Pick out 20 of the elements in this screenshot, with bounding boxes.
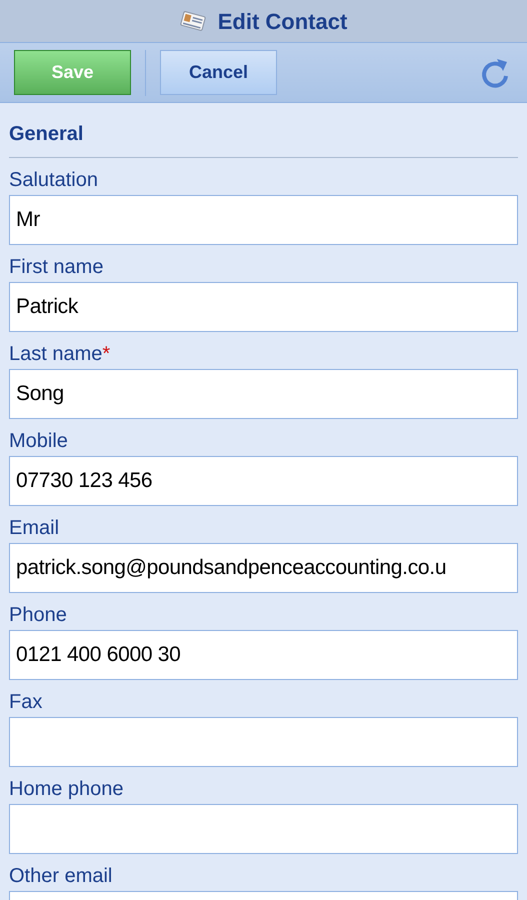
text-field[interactable]: Song [9,369,518,419]
field-label: Email [9,516,60,540]
text-field[interactable]: Mr [9,195,518,245]
field-label: Other email [9,864,114,888]
text-field[interactable]: 0121 400 6000 30 [9,630,518,680]
field-label: Last name* [9,342,112,366]
field-label: Mobile [9,429,69,453]
text-field[interactable] [9,804,518,854]
field-label: Fax [9,690,44,714]
text-field[interactable]: 07730 123 456 [9,456,518,506]
window-title: Edit Contact [218,8,348,36]
text-field[interactable]: patrick.song@poundsandpenceaccounting.co.u [9,543,518,593]
cancel-button[interactable]: Cancel [160,50,277,95]
text-field[interactable] [9,717,518,767]
section-title: General [9,119,518,158]
field-label: Phone [9,603,68,627]
text-field[interactable]: Patrick [9,282,518,332]
field-label: Salutation [9,168,99,192]
field-label: First name [9,255,104,279]
field-label: Home phone [9,777,125,801]
